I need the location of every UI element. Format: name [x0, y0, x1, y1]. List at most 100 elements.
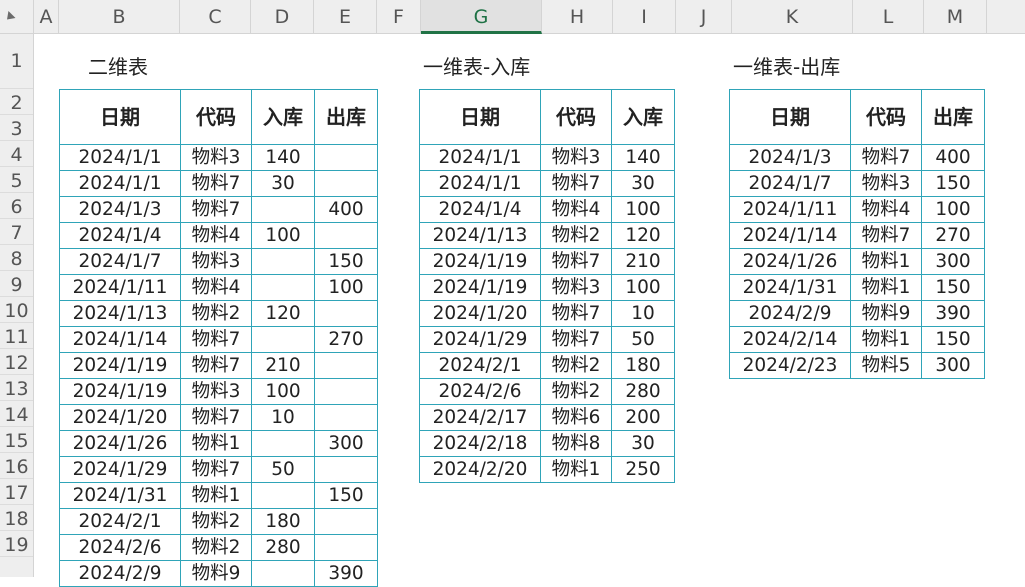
cell[interactable]: 300: [921, 248, 985, 275]
row-header-15[interactable]: 15: [0, 427, 33, 453]
cell[interactable]: 2024/1/14: [59, 326, 181, 353]
cell[interactable]: 物料7: [850, 222, 922, 249]
column-header-i[interactable]: I: [613, 0, 676, 33]
cell[interactable]: 2024/2/17: [419, 404, 541, 431]
cell[interactable]: 210: [611, 248, 675, 275]
cell[interactable]: 2024/1/3: [59, 196, 181, 223]
cell[interactable]: 物料4: [540, 196, 612, 223]
header-cell[interactable]: 日期: [729, 89, 851, 145]
row-header-6[interactable]: 6: [0, 193, 33, 219]
cell[interactable]: 2024/1/4: [59, 222, 181, 249]
column-header-b[interactable]: B: [59, 0, 180, 33]
header-cell[interactable]: 代码: [180, 89, 252, 145]
cell[interactable]: 2024/1/31: [59, 482, 181, 509]
row-header-12[interactable]: 12: [0, 349, 33, 375]
column-header-j[interactable]: J: [676, 0, 732, 33]
cell[interactable]: 400: [314, 196, 378, 223]
cell[interactable]: 2024/1/19: [59, 352, 181, 379]
row-header-2[interactable]: 2: [0, 89, 33, 115]
row-header-5[interactable]: 5: [0, 167, 33, 193]
row-header-16[interactable]: 16: [0, 453, 33, 479]
column-header-m[interactable]: M: [924, 0, 987, 33]
cell[interactable]: 物料2: [180, 508, 252, 535]
cell[interactable]: 50: [611, 326, 675, 353]
cell[interactable]: 50: [251, 456, 315, 483]
cell[interactable]: [251, 560, 315, 587]
cell[interactable]: 物料7: [180, 456, 252, 483]
cell[interactable]: 180: [251, 508, 315, 535]
row-header-10[interactable]: 10: [0, 297, 33, 323]
cell[interactable]: 物料7: [540, 326, 612, 353]
cell[interactable]: 物料1: [540, 456, 612, 483]
cell[interactable]: 120: [251, 300, 315, 327]
cell[interactable]: 2024/1/19: [419, 274, 541, 301]
cell[interactable]: 2024/1/4: [419, 196, 541, 223]
cell[interactable]: 2024/1/20: [419, 300, 541, 327]
cell[interactable]: 2024/1/26: [59, 430, 181, 457]
row-header-3[interactable]: 3: [0, 115, 33, 141]
cell[interactable]: 150: [921, 326, 985, 353]
cell[interactable]: [314, 534, 378, 561]
column-header-c[interactable]: C: [180, 0, 251, 33]
cell[interactable]: 2024/1/11: [59, 274, 181, 301]
row-header-8[interactable]: 8: [0, 245, 33, 271]
header-cell[interactable]: 出库: [314, 89, 378, 145]
cell[interactable]: 2024/1/1: [419, 144, 541, 171]
cell[interactable]: 100: [611, 274, 675, 301]
cell[interactable]: 物料7: [540, 300, 612, 327]
cell[interactable]: 140: [611, 144, 675, 171]
cell[interactable]: 物料7: [180, 170, 252, 197]
cell[interactable]: 物料3: [180, 248, 252, 275]
row-header-14[interactable]: 14: [0, 401, 33, 427]
cell[interactable]: 2024/1/20: [59, 404, 181, 431]
cell[interactable]: 300: [314, 430, 378, 457]
column-header-f[interactable]: F: [377, 0, 421, 33]
row-header-1[interactable]: 1: [0, 34, 33, 89]
select-all-corner[interactable]: [0, 0, 34, 34]
cell[interactable]: [251, 430, 315, 457]
cell[interactable]: 270: [921, 222, 985, 249]
header-cell[interactable]: 出库: [921, 89, 985, 145]
cell[interactable]: 物料7: [180, 326, 252, 353]
cell[interactable]: 150: [921, 170, 985, 197]
cell[interactable]: 2024/1/1: [419, 170, 541, 197]
cell[interactable]: 物料1: [850, 274, 922, 301]
cell[interactable]: 280: [251, 534, 315, 561]
cell[interactable]: 390: [921, 300, 985, 327]
cell[interactable]: 140: [251, 144, 315, 171]
cell[interactable]: 物料7: [850, 144, 922, 171]
cell[interactable]: 2024/2/1: [59, 508, 181, 535]
cell[interactable]: 2024/1/19: [419, 248, 541, 275]
column-header-g[interactable]: G: [421, 0, 542, 34]
header-cell[interactable]: 入库: [611, 89, 675, 145]
cell[interactable]: 2024/2/20: [419, 456, 541, 483]
cell[interactable]: 300: [921, 352, 985, 379]
cell[interactable]: 物料1: [180, 430, 252, 457]
cell[interactable]: [314, 404, 378, 431]
cell[interactable]: 100: [251, 222, 315, 249]
cell[interactable]: 物料9: [180, 560, 252, 587]
cell[interactable]: 150: [314, 248, 378, 275]
cell[interactable]: [251, 482, 315, 509]
cell[interactable]: 2024/1/1: [59, 144, 181, 171]
cell[interactable]: 物料6: [540, 404, 612, 431]
column-header-d[interactable]: D: [251, 0, 314, 33]
cell[interactable]: 400: [921, 144, 985, 171]
cell[interactable]: 120: [611, 222, 675, 249]
row-header-17[interactable]: 17: [0, 479, 33, 505]
cell[interactable]: [314, 456, 378, 483]
cell[interactable]: 物料3: [540, 274, 612, 301]
cell[interactable]: 2024/1/19: [59, 378, 181, 405]
cell[interactable]: 2024/2/6: [419, 378, 541, 405]
cell[interactable]: [314, 170, 378, 197]
column-header-k[interactable]: K: [732, 0, 853, 33]
column-header-l[interactable]: L: [853, 0, 924, 33]
header-cell[interactable]: 日期: [59, 89, 181, 145]
cell[interactable]: 2024/1/26: [729, 248, 851, 275]
cell[interactable]: 180: [611, 352, 675, 379]
cell[interactable]: 物料3: [850, 170, 922, 197]
cell[interactable]: 390: [314, 560, 378, 587]
cell[interactable]: 2024/1/29: [59, 456, 181, 483]
header-cell[interactable]: 入库: [251, 89, 315, 145]
row-header-4[interactable]: 4: [0, 141, 33, 167]
